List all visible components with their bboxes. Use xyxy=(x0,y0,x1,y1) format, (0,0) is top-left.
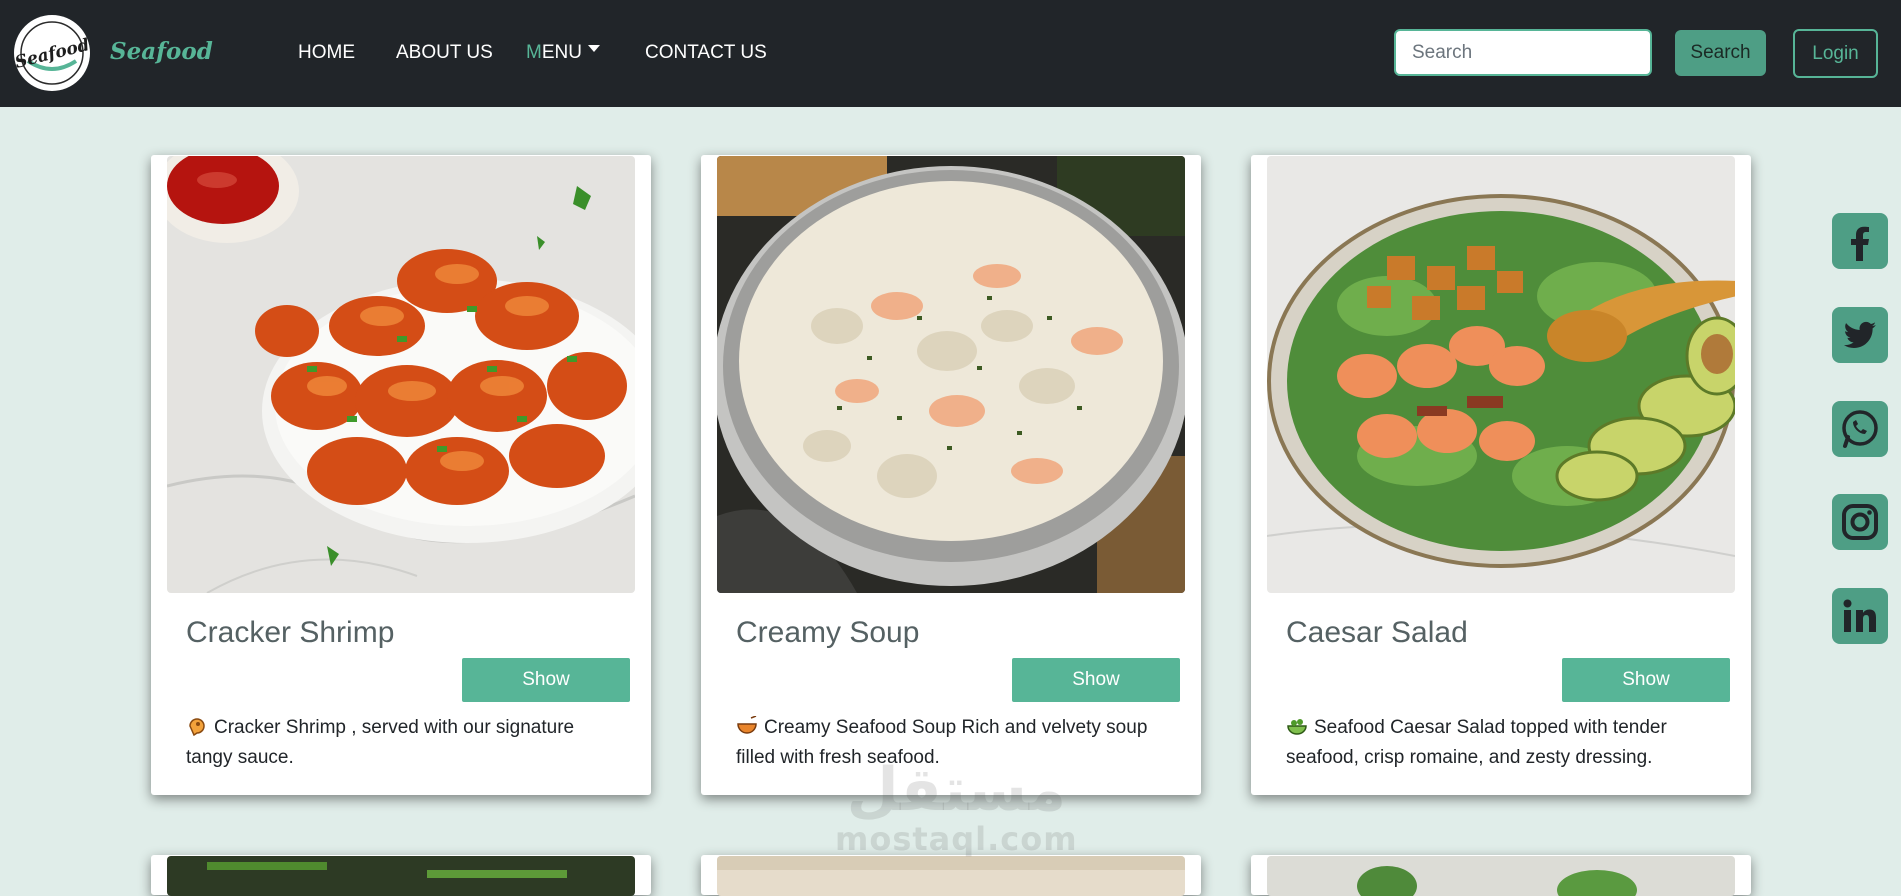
card-description: Cracker Shrimp , served with our signatu… xyxy=(186,713,616,773)
menu-card xyxy=(151,855,651,896)
instagram-icon[interactable] xyxy=(1832,494,1888,550)
login-button[interactable]: Login xyxy=(1793,29,1878,78)
top-navbar: Seafood Seafood HOME ABOUT US MENU CONTA… xyxy=(0,0,1901,107)
nav-about-link[interactable]: ABOUT US xyxy=(396,42,493,64)
facebook-icon[interactable] xyxy=(1832,213,1888,269)
nav-home-link[interactable]: HOME xyxy=(298,42,355,64)
nav-menu-dropdown[interactable]: MENU xyxy=(526,42,600,64)
card-title: Cracker Shrimp xyxy=(186,616,395,649)
menu-card: Creamy Soup Show Creamy Seafood Soup Ric… xyxy=(701,155,1201,795)
card-image xyxy=(167,856,635,896)
card-image xyxy=(1267,856,1735,896)
nav-menu-label-rest: ENU xyxy=(541,42,582,63)
card-description-text: Cracker Shrimp , served with our signatu… xyxy=(186,717,575,768)
shrimp-icon xyxy=(186,716,208,737)
card-title: Creamy Soup xyxy=(736,616,920,649)
cracker-shrimp-image xyxy=(167,156,635,593)
card-description: Seafood Caesar Salad topped with tender … xyxy=(1286,713,1716,773)
salad-icon xyxy=(1286,716,1308,736)
watermark-latin: mostaql.com xyxy=(835,820,1078,858)
whatsapp-icon[interactable] xyxy=(1832,401,1888,457)
twitter-icon[interactable] xyxy=(1832,307,1888,363)
nav-contact-link[interactable]: CONTACT US xyxy=(645,42,767,64)
card-description-text: Creamy Seafood Soup Rich and velvety sou… xyxy=(736,717,1148,768)
show-button[interactable]: Show xyxy=(462,658,630,702)
creamy-soup-image xyxy=(717,156,1185,593)
menu-card xyxy=(1251,855,1751,896)
card-description: Creamy Seafood Soup Rich and velvety sou… xyxy=(736,713,1166,773)
chevron-down-icon xyxy=(587,45,600,53)
show-button[interactable]: Show xyxy=(1562,658,1730,702)
menu-card: Cracker Shrimp Show Cracker Shrimp , ser… xyxy=(151,155,651,795)
card-description-text: Seafood Caesar Salad topped with tender … xyxy=(1286,717,1667,768)
soup-icon xyxy=(736,715,758,736)
show-button[interactable]: Show xyxy=(1012,658,1180,702)
caesar-salad-image xyxy=(1267,156,1735,593)
site-logo[interactable]: Seafood xyxy=(14,15,90,91)
menu-card xyxy=(701,855,1201,896)
card-image xyxy=(717,856,1185,896)
menu-card: Caesar Salad Show Seafood Caesar Salad t… xyxy=(1251,155,1751,795)
linkedin-icon[interactable] xyxy=(1832,588,1888,644)
search-button[interactable]: Search xyxy=(1675,30,1766,76)
search-input[interactable] xyxy=(1394,29,1652,76)
nav-menu-label-first: M xyxy=(526,42,542,63)
brand-name[interactable]: Seafood xyxy=(110,38,213,65)
card-title: Caesar Salad xyxy=(1286,616,1468,649)
